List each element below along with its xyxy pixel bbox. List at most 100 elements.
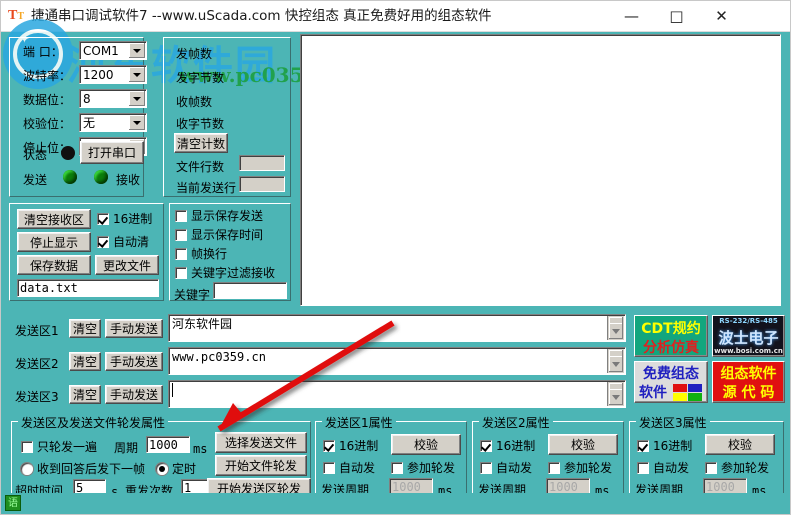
area3-auto-send-label: 自动发: [653, 461, 690, 475]
checkbox-box-icon: [97, 236, 109, 248]
chevron-down-icon[interactable]: [129, 115, 145, 130]
ime-status-icon[interactable]: 语: [5, 495, 21, 511]
auto-clear-checkbox[interactable]: 自动清: [97, 235, 149, 249]
area2-verify-button[interactable]: 校验: [548, 434, 618, 455]
send-area-3-scrollbar[interactable]: [607, 382, 624, 406]
ad-source-code-banner[interactable]: 组态软件 源 代 码: [712, 361, 785, 403]
chevron-down-icon[interactable]: [129, 91, 145, 106]
send-area-2-textarea[interactable]: www.pc0359.cn: [168, 347, 626, 375]
send-area-1-scrollbar[interactable]: [607, 316, 624, 340]
receive-hex-checkbox[interactable]: 16进制: [97, 212, 152, 226]
send-area-1-manual-button[interactable]: 手动发送: [105, 319, 163, 338]
clear-counters-button[interactable]: 清空计数: [174, 133, 228, 153]
maximize-button[interactable]: □: [654, 1, 699, 31]
databits-combo[interactable]: 8: [79, 89, 147, 108]
close-button[interactable]: ✕: [699, 1, 744, 31]
send-led-label: 发送: [23, 173, 48, 187]
area1-verify-button[interactable]: 校验: [391, 434, 461, 455]
send-area-2-clear-button[interactable]: 清空: [69, 352, 101, 371]
send-frames-label: 发帧数: [176, 47, 213, 61]
send-area-2-scrollbar[interactable]: [607, 349, 624, 373]
start-file-rotate-button[interactable]: 开始文件轮发: [215, 455, 307, 476]
ad-source-code-line1: 组态软件: [720, 366, 777, 382]
scroll-down-icon[interactable]: [609, 356, 623, 372]
save-data-button[interactable]: 保存数据: [17, 255, 91, 275]
parity-combo[interactable]: 无: [79, 113, 147, 132]
send-area-2-label: 发送区2: [15, 357, 59, 371]
rotate-period-input[interactable]: 1000: [146, 436, 190, 453]
swatch-blue-icon: [688, 384, 702, 392]
area2-auto-send-checkbox[interactable]: 自动发: [480, 461, 532, 475]
send-area-3-props-title: 发送区3属性: [636, 414, 710, 431]
rotate-period-label: 周期: [114, 441, 139, 455]
scroll-down-icon[interactable]: [609, 323, 623, 339]
send-area-3-clear-button[interactable]: 清空: [69, 385, 101, 404]
baud-value: 1200: [83, 68, 114, 82]
send-area-1-label: 发送区1: [15, 324, 59, 338]
send-area-2-manual-button[interactable]: 手动发送: [105, 352, 163, 371]
show-save-time-checkbox[interactable]: 显示保存时间: [175, 228, 263, 242]
checkbox-box-icon: [637, 440, 649, 452]
area3-hex-checkbox[interactable]: 16进制: [637, 439, 692, 453]
send-area-1-clear-button[interactable]: 清空: [69, 319, 101, 338]
ad-cdt-banner[interactable]: CDT规约 分析仿真: [634, 315, 708, 357]
save-filename-input[interactable]: data.txt: [17, 279, 159, 297]
area3-join-rotate-checkbox[interactable]: 参加轮发: [705, 461, 769, 475]
after-reply-radio[interactable]: 收到回答后发下一帧: [21, 462, 145, 476]
area1-auto-send-checkbox[interactable]: 自动发: [323, 461, 375, 475]
databits-label: 数据位：: [23, 93, 72, 107]
area1-hex-checkbox[interactable]: 16进制: [323, 439, 378, 453]
stop-display-button[interactable]: 停止显示: [17, 232, 91, 252]
swatch-green-icon: [688, 393, 702, 401]
recv-led-icon: [94, 170, 108, 184]
baud-combo[interactable]: 1200: [79, 65, 147, 84]
current-line-value[interactable]: [239, 176, 285, 192]
area1-join-rotate-checkbox[interactable]: 参加轮发: [391, 461, 455, 475]
choose-send-file-button[interactable]: 选择发送文件: [215, 432, 307, 453]
current-line-label: 当前发送行: [176, 181, 237, 195]
checkbox-box-icon: [175, 229, 187, 241]
timed-radio[interactable]: 定时: [156, 462, 196, 476]
state-led-icon: [61, 146, 75, 160]
show-save-send-checkbox[interactable]: 显示保存发送: [175, 209, 263, 223]
change-file-button[interactable]: 更改文件: [95, 255, 159, 275]
keyword-input[interactable]: [213, 282, 287, 299]
radio-dot-icon: [156, 463, 168, 475]
ad-free-hmi-banner[interactable]: 免费组态 软件: [634, 361, 708, 403]
app-icon: TT: [7, 8, 24, 23]
ad-bosi-banner[interactable]: RS-232/RS-485 波士电子 www.bosi.com.cn: [712, 315, 785, 357]
area2-hex-checkbox[interactable]: 16进制: [480, 439, 535, 453]
send-area-3-label: 发送区3: [15, 390, 59, 404]
open-port-button[interactable]: 打开串口: [80, 141, 144, 164]
send-once-checkbox[interactable]: 只轮发一遍: [21, 440, 97, 454]
show-save-send-label: 显示保存发送: [191, 209, 264, 223]
send-led-icon: [63, 170, 77, 184]
frame-newline-checkbox[interactable]: 帧换行: [175, 247, 227, 261]
chevron-down-icon[interactable]: [129, 67, 145, 82]
keyword-filter-checkbox[interactable]: 关键字过滤接收: [175, 266, 275, 280]
area2-auto-send-label: 自动发: [496, 461, 533, 475]
send-area-3-manual-button[interactable]: 手动发送: [105, 385, 163, 404]
clear-receive-button[interactable]: 清空接收区: [17, 209, 91, 229]
receive-hex-label: 16进制: [113, 212, 153, 226]
scroll-down-icon[interactable]: [609, 389, 623, 405]
rotate-properties-title: 发送区及发送文件轮发属性: [18, 414, 169, 431]
checkbox-box-icon: [548, 462, 560, 474]
area2-hex-label: 16进制: [496, 439, 536, 453]
parity-value: 无: [83, 116, 96, 130]
area3-verify-button[interactable]: 校验: [705, 434, 775, 455]
send-area-1-textarea[interactable]: 河东软件园: [168, 314, 626, 342]
area3-auto-send-checkbox[interactable]: 自动发: [637, 461, 689, 475]
send-area-3-textarea[interactable]: [168, 380, 626, 408]
area2-join-rotate-checkbox[interactable]: 参加轮发: [548, 461, 612, 475]
file-lines-value[interactable]: [239, 155, 285, 171]
minimize-button[interactable]: —: [609, 1, 654, 31]
show-save-time-label: 显示保存时间: [191, 228, 264, 242]
checkbox-box-icon: [705, 462, 717, 474]
port-combo[interactable]: COM1: [79, 41, 147, 60]
recv-led-label: 接收: [116, 173, 141, 187]
receive-textarea[interactable]: [300, 34, 781, 306]
recv-frames-label: 收帧数: [176, 95, 213, 109]
chevron-down-icon[interactable]: [129, 43, 145, 58]
send-area-2-props-title: 发送区2属性: [479, 414, 553, 431]
